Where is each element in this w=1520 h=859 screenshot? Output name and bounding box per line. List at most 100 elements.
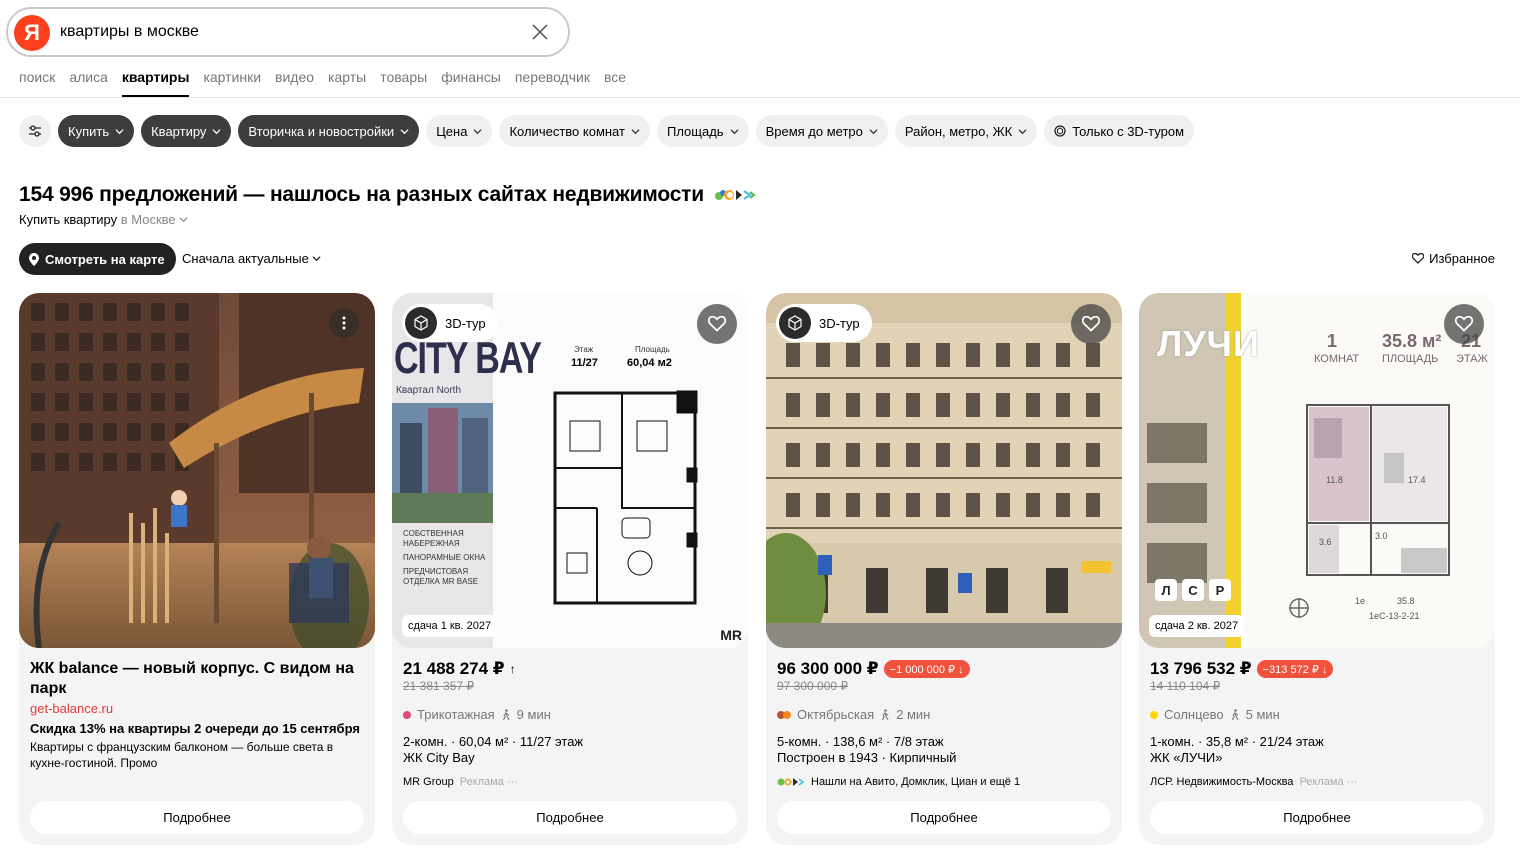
favorites-label: Избранное xyxy=(1429,251,1495,266)
chevron-down-icon xyxy=(631,128,640,134)
3d-tour-badge[interactable]: 3D-тур xyxy=(776,304,872,342)
tab-all[interactable]: все xyxy=(604,68,626,96)
tab-finance[interactable]: финансы xyxy=(441,68,501,96)
tab-video[interactable]: видео xyxy=(275,68,314,96)
ad-menu-button[interactable] xyxy=(329,308,359,338)
developer-watermark: MR xyxy=(720,627,742,643)
filter-market-label: Вторичка и новостройки xyxy=(248,123,395,139)
brand-features: СОБСТВЕННАЯ НАБЕРЕЖНАЯ ПАНОРАМНЫЕ ОКНА П… xyxy=(403,529,493,587)
favorites-link[interactable]: Избранное xyxy=(1412,251,1495,266)
tab-goods[interactable]: товары xyxy=(380,68,427,96)
chevron-down-icon xyxy=(115,128,124,134)
ad-photo xyxy=(19,293,375,648)
filter-district[interactable]: Район, метро, ЖК xyxy=(894,115,1038,147)
heart-icon xyxy=(708,316,726,332)
listing-image[interactable]: ЛУЧИ 1 КОМНАТ 35.8 м² ПЛОЩАДЬ 21 ЭТАЖ 11… xyxy=(1139,293,1495,648)
filter-settings-button[interactable] xyxy=(19,115,51,147)
developer-logo-letter: С xyxy=(1182,579,1204,601)
listing-complex: ЖК «ЛУЧИ» xyxy=(1150,750,1223,765)
ad-title[interactable]: ЖК balance — новый корпус. С видом на па… xyxy=(30,659,364,699)
filter-metro-time-label: Время до метро xyxy=(765,123,863,139)
tab-alice[interactable]: алиса xyxy=(69,68,108,96)
old-price: 97 300 000 ₽ xyxy=(777,679,849,693)
close-icon[interactable] xyxy=(530,22,550,42)
listing-complex: ЖК City Bay xyxy=(403,750,475,765)
completion-date: сдача 1 кв. 2027 xyxy=(402,615,498,637)
plan-code-1: 1е xyxy=(1355,596,1366,606)
listing-info: 5-комн. · 138,6 м² · 7/8 этаж Построен в… xyxy=(777,734,1111,766)
tab-search[interactable]: поиск xyxy=(19,68,55,96)
filter-3d-tour-label: Только с 3D-туром xyxy=(1072,123,1185,139)
sort-dropdown[interactable]: Сначала актуальные xyxy=(182,251,321,266)
filter-area-label: Площадь xyxy=(666,123,724,139)
listing-image[interactable]: 3D-тур xyxy=(766,293,1122,648)
plan-code-2: 35.8 xyxy=(1397,596,1415,606)
3d-tour-label: 3D-тур xyxy=(819,315,860,331)
seller-name: MR Group xyxy=(403,776,454,788)
filter-buy[interactable]: Купить xyxy=(58,115,135,147)
subtitle-city[interactable]: в Москве xyxy=(121,212,176,227)
cube-icon xyxy=(779,307,811,339)
filter-rooms-label: Количество комнат xyxy=(509,123,625,139)
plan-room-4: 3.0 xyxy=(1375,531,1388,541)
plan-rooms-value: 1 xyxy=(1327,331,1338,351)
filter-3d-tour[interactable]: Только с 3D-туром xyxy=(1044,115,1195,147)
listing-body: 96 300 000 ₽ −1 000 000 ₽ ↓ 97 300 000 ₽… xyxy=(777,659,1111,788)
search-bar[interactable]: Я квартиры в москве xyxy=(6,7,570,57)
ad-domain-link[interactable]: get-balance.ru xyxy=(30,701,364,716)
plan-area-label: Площадь xyxy=(635,345,670,354)
details-button[interactable]: Подробнее xyxy=(1150,801,1484,834)
search-input[interactable]: квартиры в москве xyxy=(60,23,199,41)
ad-card[interactable]: ЖК balance — новый корпус. С видом на па… xyxy=(19,293,375,845)
details-button[interactable]: Подробнее xyxy=(403,801,737,834)
ad-label[interactable]: Реклама ··· xyxy=(460,776,518,788)
walking-icon xyxy=(502,708,510,720)
metro-line-dots xyxy=(777,710,791,719)
filter-market[interactable]: Вторичка и новостройки xyxy=(238,115,420,147)
price: 96 300 000 ₽ xyxy=(777,659,879,678)
listing-card[interactable]: ЛУЧИ 1 КОМНАТ 35.8 м² ПЛОЩАДЬ 21 ЭТАЖ 11… xyxy=(1139,293,1495,845)
price: 13 796 532 ₽ xyxy=(1150,659,1252,678)
chevron-down-icon xyxy=(1018,128,1027,134)
listing-specs: 5-комн. · 138,6 м² · 7/8 этаж xyxy=(777,734,944,749)
filter-price[interactable]: Цена xyxy=(426,115,493,147)
yandex-logo[interactable]: Я xyxy=(14,15,50,51)
filter-rooms[interactable]: Количество комнат xyxy=(499,115,650,147)
details-button[interactable]: Подробнее xyxy=(777,801,1111,834)
favorite-button[interactable] xyxy=(697,304,737,344)
results-subtitle[interactable]: Купить квартиру в Москве xyxy=(19,212,188,227)
3d-tour-badge[interactable]: 3D-тур xyxy=(402,304,498,342)
filter-type[interactable]: Квартиру xyxy=(141,115,232,147)
tab-maps[interactable]: карты xyxy=(328,68,366,96)
chevron-down-icon xyxy=(869,128,878,134)
sources-row: Нашли на Авито, Домклик, Циан и ещё 1 xyxy=(777,776,1111,788)
tab-apartments[interactable]: квартиры xyxy=(121,68,189,97)
ad-label[interactable]: Реклама ··· xyxy=(1299,776,1357,788)
tab-translator[interactable]: переводчик xyxy=(515,68,590,96)
listing-specs: 2-комн. · 60,04 м² · 11/27 этаж xyxy=(403,734,584,749)
details-button[interactable]: Подробнее xyxy=(30,801,364,834)
feature-3: ПРЕДЧИСТОВАЯ ОТДЕЛКА MR BASE xyxy=(403,567,479,586)
favorite-button[interactable] xyxy=(1444,304,1484,344)
plan-area-value: 35.8 м² xyxy=(1382,331,1442,351)
listing-card[interactable]: 3D-тур 96 300 000 ₽ −1 000 000 ₽ ↓ 97 30… xyxy=(766,293,1122,845)
tab-images[interactable]: картинки xyxy=(203,68,261,96)
results-title: 154 996 предложений — нашлось на разных … xyxy=(19,183,756,207)
listing-body: 13 796 532 ₽ −313 572 ₽ ↓ 14 110 104 ₽ С… xyxy=(1150,659,1484,788)
developer-logo-letter: Р xyxy=(1209,579,1231,601)
show-map-button[interactable]: Смотреть на карте xyxy=(19,243,176,275)
filter-district-label: Район, метро, ЖК xyxy=(904,123,1013,139)
more-vertical-icon xyxy=(342,316,346,330)
chevron-down-icon xyxy=(179,217,188,223)
favorite-button[interactable] xyxy=(1071,304,1111,344)
ad-image[interactable] xyxy=(19,293,375,648)
filter-type-label: Квартиру xyxy=(151,123,207,139)
listing-card[interactable]: CITY BAY Квартал North СОБСТВЕННАЯ НАБЕР… xyxy=(392,293,748,845)
heart-icon xyxy=(1412,253,1425,264)
filter-area[interactable]: Площадь xyxy=(656,115,749,147)
filter-metro-time[interactable]: Время до метро xyxy=(755,115,888,147)
seller-name: ЛСР. Недвижимость-Москва xyxy=(1150,776,1294,788)
seller-row: MR Group Реклама ··· xyxy=(403,776,737,788)
feature-2: ПАНОРАМНЫЕ ОКНА xyxy=(403,553,486,562)
listing-image[interactable]: CITY BAY Квартал North СОБСТВЕННАЯ НАБЕР… xyxy=(392,293,748,648)
